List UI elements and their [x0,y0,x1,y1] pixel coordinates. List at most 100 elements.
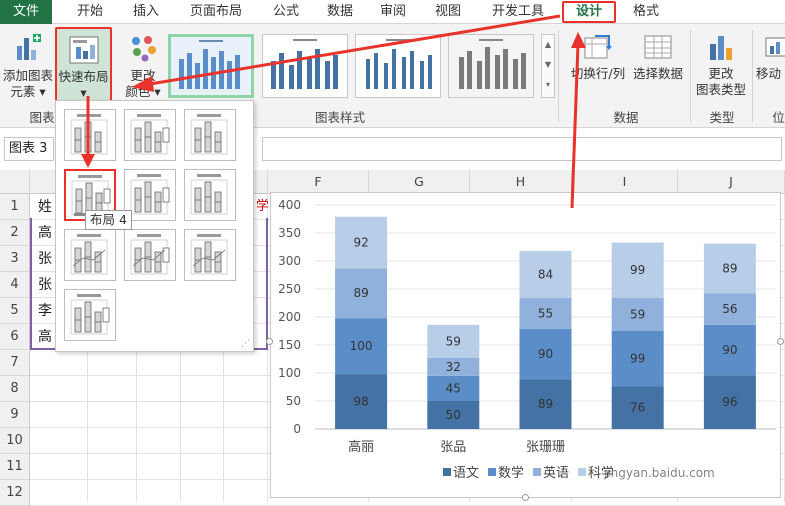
tab-item[interactable]: 插入 [122,0,170,24]
row-header[interactable]: 6 [0,324,30,350]
move-chart-label: 移动 [756,66,782,81]
y-tick-label: 150 [278,338,301,352]
tab-item[interactable]: 审阅 [369,0,417,24]
quick-layout-button[interactable]: 快速布局 ▾ [55,27,112,103]
row-header[interactable]: 3 [0,246,30,272]
column-header[interactable]: I [572,170,678,194]
y-tick-label: 350 [278,226,301,240]
cell-name-partial[interactable]: 高 [38,220,52,246]
y-tick-label: 0 [293,422,301,436]
tab-item[interactable]: 视图 [424,0,472,24]
data-label: 59 [446,334,461,348]
change-colors-label1: 更改 [130,68,156,83]
row-header[interactable]: 9 [0,402,30,428]
chart-style-4[interactable] [448,34,534,98]
switch-row-column-icon [584,35,612,59]
chart-style-2[interactable] [262,34,348,98]
tab-item[interactable]: 页面布局 [180,0,252,24]
layout-option[interactable] [64,289,116,341]
row-header[interactable]: 1 [0,194,30,220]
cell-name-partial[interactable]: 张 [38,246,52,272]
legend-entry: 英语 [543,466,569,481]
scroll-down-icon[interactable]: ▼ [545,60,551,69]
layout-preview [190,234,228,275]
row-header[interactable]: 2 [0,220,30,246]
tab-item[interactable]: 公式 [262,0,310,24]
change-chart-type-button[interactable]: 更改 图表类型 [692,32,750,98]
gallery-resize-grip[interactable]: ⋰ [241,339,250,349]
chart-style-4-preview [449,35,533,97]
layout-option[interactable] [124,229,176,281]
legend-entry: 语文 [453,466,479,481]
row-header[interactable]: 4 [0,272,30,298]
tab-item[interactable]: 开发工具 [480,0,556,24]
name-box[interactable]: 图表 3 [4,137,54,161]
layout-preview [130,174,170,215]
chart-resize-handle[interactable] [522,494,529,501]
column-header[interactable]: J [678,170,785,194]
quick-layout-icon [69,36,98,64]
row-header[interactable]: 10 [0,428,30,454]
tab-item[interactable]: 格式 [622,0,670,24]
add-chart-element-icon [17,34,41,60]
layout-option[interactable] [184,109,236,161]
more-styles-icon[interactable]: ▾ [546,80,550,89]
scroll-up-icon[interactable]: ▲ [545,40,551,49]
y-tick-label: 100 [278,366,301,380]
change-colors-button[interactable]: 更改 颜色 ▾ [118,32,168,100]
tab-item[interactable]: 设计 [562,1,616,23]
column-header[interactable]: F [268,170,369,194]
stacked-column-chart[interactable]: 0 50 100 150 200 250 300 350 400 98 100 89 92 高丽 50 45 3… [270,192,781,498]
cell-name-partial[interactable]: 高 [38,324,52,350]
cell-name-partial[interactable]: 张 [38,272,52,298]
move-chart-button[interactable]: 移动 [756,32,785,82]
chart-style-2-preview [271,39,338,89]
layout-preview [190,114,228,155]
switch-row-column-label: 切换行/列 [570,66,626,81]
tab-file[interactable]: 文件 [0,0,52,24]
switch-row-column-button[interactable]: 切换行/列 [566,32,630,82]
row-header[interactable]: 12 [0,480,30,506]
move-chart-icon [765,37,785,57]
select-data-button[interactable]: 选择数据 [630,32,686,82]
y-tick-label: 200 [278,310,301,324]
change-chart-type-icon [710,36,732,60]
tab-item[interactable]: 数据 [316,0,364,24]
column-header[interactable]: H [470,170,572,194]
data-label: 56 [722,302,737,316]
layout-option[interactable] [184,229,236,281]
range-highlight-right [266,218,268,348]
x-tick-label: 高丽 [348,439,374,455]
layout-option[interactable] [124,109,176,161]
group-label-chart-styles: 图表样式 [314,110,365,125]
quick-layout-label: 快速布局 [58,69,109,84]
cell-name-partial[interactable]: 姓 [38,194,52,220]
data-label: 59 [630,307,645,321]
column-header[interactable]: G [369,170,470,194]
data-label: 100 [350,339,373,353]
chart-resize-handle[interactable] [777,338,784,345]
chart-style-3[interactable] [355,34,441,98]
add-chart-element-button[interactable]: 添加图表 元素 ▾ [0,32,56,100]
row-header[interactable]: 7 [0,350,30,376]
group-label-location: 位 [772,110,785,125]
select-all-corner[interactable] [0,170,30,194]
data-label: 99 [630,352,645,366]
chart-style-1[interactable] [168,34,254,98]
layout-option[interactable] [64,109,116,161]
cell-name-partial[interactable]: 李 [38,298,52,324]
chart-resize-handle[interactable] [266,338,273,345]
layout-option[interactable] [64,229,116,281]
row-header[interactable]: 11 [0,454,30,480]
layout-option[interactable] [184,169,236,221]
select-data-label: 选择数据 [632,66,683,81]
legend-swatch [443,468,451,476]
ribbon-separator [690,30,691,122]
legend-swatch [533,468,541,476]
tab-item[interactable]: 开始 [66,0,114,24]
row-header[interactable]: 5 [0,298,30,324]
formula-input[interactable] [262,137,782,161]
row-header[interactable]: 8 [0,376,30,402]
styles-scroll[interactable]: ▲ ▼ ▾ [541,34,555,98]
cell-header-partial[interactable]: 学 [256,194,268,220]
